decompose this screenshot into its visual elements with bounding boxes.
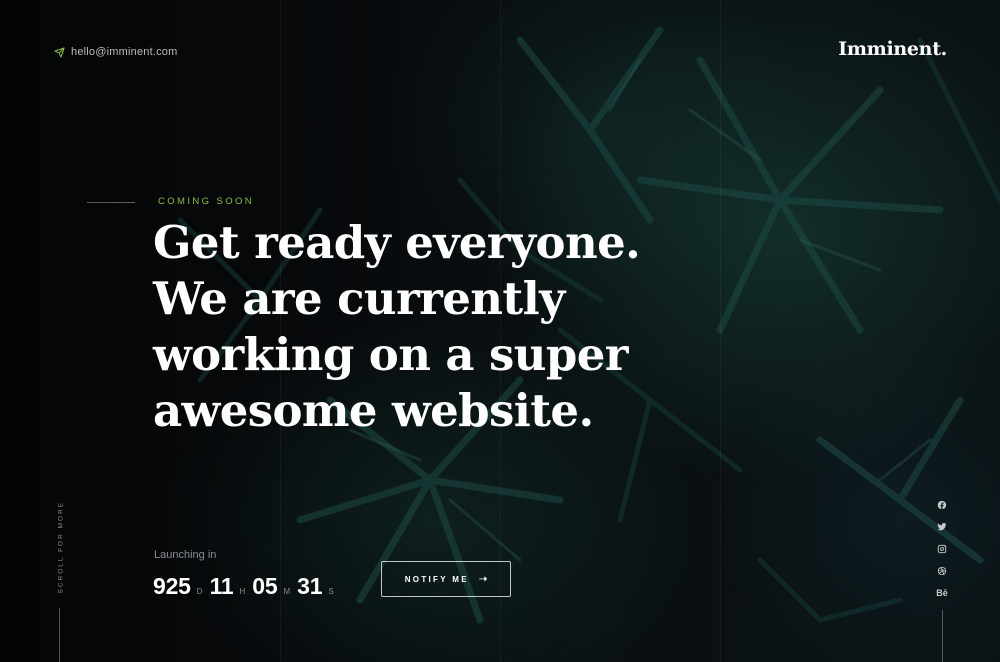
scroll-indicator[interactable]: SCROLL FOR MORE [52,500,66,600]
countdown-minutes-unit: M [283,587,291,596]
headline-line: Get ready everyone. [153,216,641,269]
countdown-minutes: 05 [252,573,278,599]
scroll-text: SCROLL FOR MORE [57,500,65,594]
dribbble-icon[interactable] [935,564,949,577]
headline-line: awesome website. [153,384,594,437]
email-text: hello@imminent.com [71,46,178,58]
scroll-line [59,608,60,662]
social-links: Bē [932,498,952,599]
countdown-days: 925 [153,573,191,599]
coming-soon-eyebrow: COMING SOON [158,196,255,207]
arrow-right-icon: ➝ [478,573,488,585]
countdown: 925 D 11 H 05 M 31 S [153,573,334,600]
social-line [942,610,943,662]
countdown-days-unit: D [196,587,203,596]
site-logo[interactable]: Imminent. [838,38,947,60]
notify-me-label: NOTIFY ME [404,574,469,584]
headline-line: working on a super [153,328,628,381]
twitter-icon[interactable] [935,520,949,533]
headline-line: We are currently [153,272,565,325]
intro-divider [87,202,135,203]
grid-line [720,0,721,662]
launching-label: Launching in [154,549,217,561]
send-icon [54,46,65,58]
email-link[interactable]: hello@imminent.com [54,46,177,58]
notify-me-button[interactable]: NOTIFY ME ➝ [381,561,511,597]
countdown-seconds: 31 [297,573,323,599]
behance-icon[interactable]: Bē [935,586,949,599]
facebook-icon[interactable] [935,498,949,511]
countdown-seconds-unit: S [328,587,334,596]
instagram-icon[interactable] [935,542,949,555]
countdown-hours-unit: H [239,587,246,596]
countdown-hours: 11 [209,573,234,599]
page-headline: Get ready everyone. We are currently wor… [153,215,653,439]
